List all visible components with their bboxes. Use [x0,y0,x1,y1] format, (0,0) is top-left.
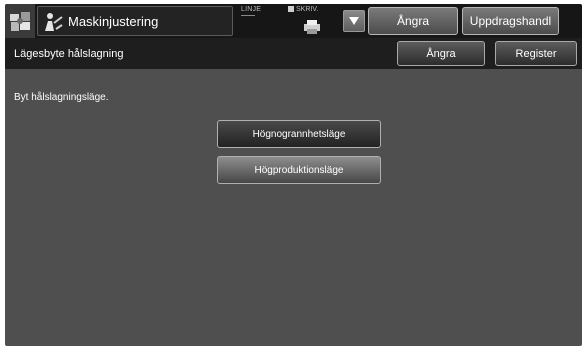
screen-frame: Maskinjustering LINJE SKRIV. Ångra Uppdr… [5,4,582,346]
line-status-label: LINJE [241,6,262,13]
high-precision-mode-button[interactable]: Högnogrannhetsläge [217,120,381,148]
print-status-label: SKRIV. [296,6,319,13]
top-bar: Maskinjustering LINJE SKRIV. Ångra Uppdr… [5,4,582,38]
sub-bar: Lägesbyte hålslagning Ångra Register [5,38,582,69]
instruction-text: Byt hålslagningsläge. [14,92,109,103]
register-button[interactable]: Register [495,41,577,66]
mode-title: Maskinjustering [37,6,233,36]
status-dropdown-button[interactable] [343,10,365,32]
machine-adjust-icon [45,13,63,31]
print-status-indicator [288,6,294,13]
section-title: Lägesbyte hålslagning [14,48,124,60]
chevron-down-icon [349,17,359,25]
home-button[interactable] [5,4,35,38]
job-status-button[interactable]: Uppdragshandl [462,7,559,35]
undo-button-top[interactable]: Ångra [368,7,458,35]
undo-button[interactable]: Ångra [397,41,485,66]
page-title: Maskinjustering [68,14,159,29]
high-production-mode-button[interactable]: Högproduktionsläge [217,156,381,184]
printer-icon [304,20,320,34]
line-status: LINJE [241,6,262,16]
print-status: SKRIV. [288,6,318,13]
line-status-bar [241,15,255,16]
home-icon [10,12,30,31]
